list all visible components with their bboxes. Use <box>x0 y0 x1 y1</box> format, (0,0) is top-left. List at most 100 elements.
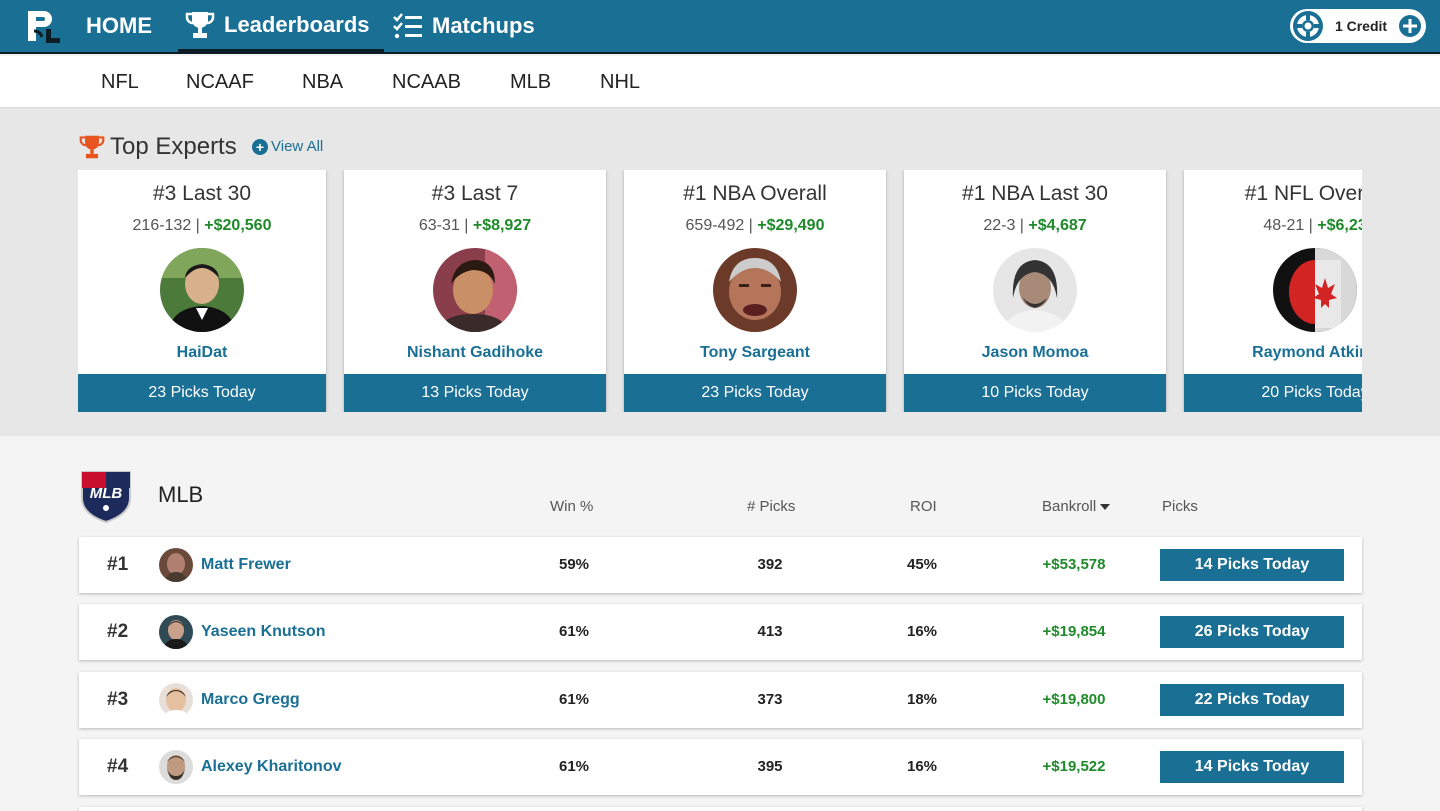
expert-avatar[interactable] <box>993 248 1077 332</box>
expert-card[interactable]: #3 Last 30 216-132 | +$20,560 HaiDat 23 … <box>78 170 326 412</box>
row-win-pct: 61% <box>558 758 590 775</box>
row-avatar[interactable] <box>159 615 193 649</box>
table-row[interactable]: #3 Marco Gregg 61% 373 18% +$19,800 22 P… <box>79 672 1362 728</box>
row-rank: #4 <box>107 756 129 777</box>
tab-nfl[interactable]: NFL <box>101 56 139 108</box>
league-title: MLB <box>158 482 204 507</box>
nav-matchups-label: Matchups <box>432 13 535 38</box>
expert-profit: +$4,687 <box>1028 217 1087 234</box>
nav-home[interactable]: HOME <box>86 0 152 52</box>
row-bankroll: +$53,578 <box>1042 556 1106 573</box>
credit-widget[interactable]: 1 Credit <box>1290 9 1426 43</box>
nav-leaderboards-label: Leaderboards <box>224 11 370 37</box>
picks-today-button[interactable]: 23 Picks Today <box>78 374 326 412</box>
expert-card[interactable]: #1 NFL Overall 48-21 | +$6,23 Raymond At… <box>1184 170 1362 412</box>
column-header-picks[interactable]: # Picks <box>747 498 795 515</box>
row-win-pct: 61% <box>558 691 590 708</box>
expert-record: 216-132 <box>132 217 192 234</box>
tab-ncaaf[interactable]: NCAAF <box>186 56 254 108</box>
row-roi: 45% <box>906 556 938 573</box>
expert-record: 22-3 <box>983 217 1016 234</box>
expert-name-link[interactable]: Tony Sargeant <box>624 344 886 362</box>
expert-card[interactable]: #3 Last 7 63-31 | +$8,927 Nishant Gadiho… <box>344 170 606 412</box>
add-credit-icon[interactable] <box>1398 14 1422 38</box>
tab-nhl[interactable]: NHL <box>600 56 640 108</box>
top-nav: HOME Leaderboards Matchups 1 Credit <box>0 0 1440 54</box>
table-row[interactable]: #2 Yaseen Knutson 61% 413 16% +$19,854 2… <box>79 604 1362 660</box>
picks-today-button[interactable]: 23 Picks Today <box>624 374 886 412</box>
row-picks-count: 373 <box>757 691 783 708</box>
tab-ncaab[interactable]: NCAAB <box>392 56 461 108</box>
row-roi: 16% <box>906 758 938 775</box>
tab-mlb[interactable]: MLB <box>510 56 551 108</box>
row-expert-name[interactable]: Yaseen Knutson <box>201 604 325 660</box>
checklist-icon <box>393 13 422 39</box>
row-win-pct: 61% <box>558 623 590 640</box>
row-bankroll: +$19,854 <box>1042 623 1106 640</box>
picks-today-button[interactable]: 20 Picks Today <box>1184 374 1362 412</box>
expert-name-link[interactable]: HaiDat <box>78 344 326 362</box>
row-rank: #2 <box>107 621 129 642</box>
expert-avatar[interactable] <box>160 248 244 332</box>
expert-profit: +$20,560 <box>204 217 272 234</box>
expert-profit: +$6,23 <box>1317 217 1362 234</box>
nav-leaderboards[interactable]: Leaderboards <box>178 0 384 52</box>
row-picks-count: 413 <box>757 623 783 640</box>
sort-down-icon <box>1100 503 1111 510</box>
expert-card-record: 63-31 | +$8,927 <box>418 217 532 234</box>
table-row[interactable]: #4 Alexey Kharitonov 61% 395 16% +$19,52… <box>79 739 1362 795</box>
lifebuoy-icon <box>1293 11 1323 41</box>
svg-text:MLB: MLB <box>90 485 123 502</box>
expert-card-title: #1 NBA Overall <box>683 182 827 205</box>
row-bankroll: +$19,522 <box>1042 758 1106 775</box>
row-avatar[interactable] <box>159 750 193 784</box>
view-all-link[interactable]: + View All <box>252 138 323 155</box>
row-expert-name[interactable]: Matt Frewer <box>201 537 291 593</box>
expert-card[interactable]: #1 NBA Overall 659-492 | +$29,490 Tony S… <box>624 170 886 412</box>
row-expert-name[interactable]: Alexey Kharitonov <box>201 739 341 795</box>
expert-avatar[interactable] <box>713 248 797 332</box>
row-roi: 16% <box>906 623 938 640</box>
plus-circle-icon: + <box>252 138 268 155</box>
column-header-win[interactable]: Win % <box>550 498 593 515</box>
row-avatar[interactable] <box>159 548 193 582</box>
row-picks-today-button[interactable]: 26 Picks Today <box>1160 616 1344 648</box>
row-avatar[interactable] <box>159 683 193 717</box>
pl-logo-icon[interactable] <box>24 7 64 47</box>
picks-today-button[interactable]: 13 Picks Today <box>344 374 606 412</box>
expert-avatar[interactable] <box>433 248 517 332</box>
row-picks-count: 395 <box>757 758 783 775</box>
row-picks-today-button[interactable]: 22 Picks Today <box>1160 684 1344 716</box>
row-expert-name[interactable]: Marco Gregg <box>201 672 300 728</box>
expert-name-link[interactable]: Nishant Gadihoke <box>344 344 606 362</box>
row-rank: #3 <box>107 689 129 710</box>
table-row[interactable]: #1 Matt Frewer 59% 392 45% +$53,578 14 P… <box>79 537 1362 593</box>
expert-name-link[interactable]: Jason Momoa <box>904 344 1166 362</box>
row-bankroll: +$19,800 <box>1042 691 1106 708</box>
row-picks-today-button[interactable]: 14 Picks Today <box>1160 751 1344 783</box>
table-row[interactable] <box>79 807 1362 811</box>
column-header-bankroll[interactable]: Bankroll <box>1042 498 1111 515</box>
column-header-picks-today: Picks <box>1162 498 1198 515</box>
row-picks-today-button[interactable]: 14 Picks Today <box>1160 549 1344 581</box>
tab-nba[interactable]: NBA <box>302 56 343 108</box>
mlb-logo-icon: MLB <box>81 471 131 524</box>
row-rank: #1 <box>107 554 129 575</box>
expert-record: 659-492 <box>685 217 745 234</box>
trophy-icon <box>185 11 215 38</box>
column-header-roi[interactable]: ROI <box>910 498 937 515</box>
row-picks-count: 392 <box>757 556 783 573</box>
top-experts-heading: Top Experts <box>78 132 237 162</box>
expert-name-link[interactable]: Raymond Atkins <box>1184 344 1362 362</box>
picks-today-button[interactable]: 10 Picks Today <box>904 374 1166 412</box>
trophy-icon <box>79 135 105 159</box>
nav-matchups[interactable]: Matchups <box>392 0 535 52</box>
expert-card-record: 22-3 | +$4,687 <box>983 217 1087 234</box>
expert-avatar[interactable] <box>1273 248 1357 332</box>
row-win-pct: 59% <box>558 556 590 573</box>
nav-home-label: HOME <box>86 13 152 38</box>
expert-card-title: #3 Last 30 <box>152 182 252 205</box>
expert-card[interactable]: #1 NBA Last 30 22-3 | +$4,687 Jason Momo… <box>904 170 1166 412</box>
top-experts-section: Top Experts + View All #3 Last 30 216-13… <box>0 108 1440 436</box>
experts-carousel: #3 Last 30 216-132 | +$20,560 HaiDat 23 … <box>78 170 1362 412</box>
